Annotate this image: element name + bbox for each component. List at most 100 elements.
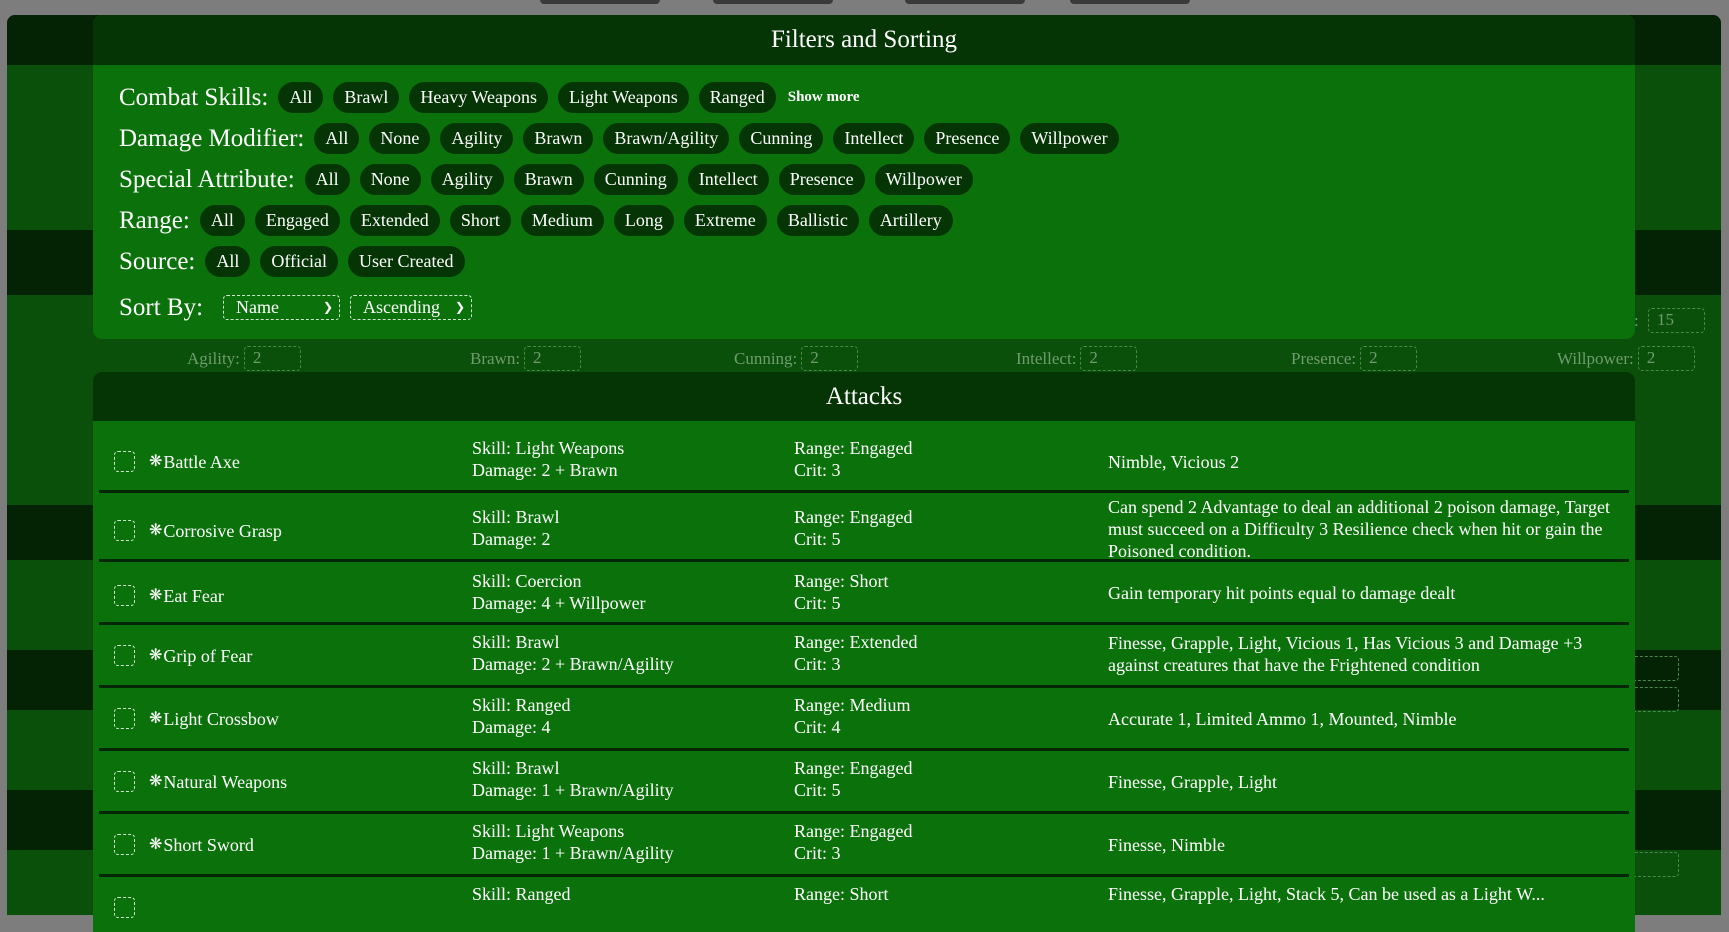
chip-damage-none[interactable]: None [369,123,431,154]
chip-damage-brawn-agility[interactable]: Brawn/Agility [603,123,730,154]
top-nav-tab[interactable] [905,0,1025,4]
stat-willpower: Willpower: 2 [1557,346,1695,371]
chip-source-user-created[interactable]: User Created [348,246,465,277]
chip-special-all[interactable]: All [304,164,350,195]
attack-name[interactable]: ❋ Battle Axe [149,451,240,473]
source-filter: Source: All Official User Created [119,241,1635,282]
attack-row: ❋ Short Sword Skill: Light Weapons Damage:… [99,814,1629,877]
filter-label: Source: [119,247,196,275]
chip-damage-willpower[interactable]: Willpower [1020,123,1119,154]
chip-damage-agility[interactable]: Agility [440,123,514,154]
top-nav-tab[interactable] [540,0,660,4]
chip-damage-intellect[interactable]: Intellect [833,123,915,154]
chip-combat-heavy-weapons[interactable]: Heavy Weapons [409,82,549,113]
attack-name-text: Battle Axe [163,452,240,472]
select-checkbox[interactable] [114,451,135,472]
bg-number-field[interactable]: 15 [1648,308,1705,333]
top-nav-tab[interactable] [713,0,833,4]
attack-name[interactable]: ❋ Natural Weapons [149,771,287,793]
stat-input[interactable]: 2 [243,346,301,371]
select-checkbox[interactable] [114,708,135,729]
select-checkbox[interactable] [114,834,135,855]
filters-title: Filters and Sorting [93,15,1635,65]
chip-range-engaged[interactable]: Engaged [254,205,340,236]
chevron-down-icon: ❯ [322,300,334,314]
damage-text: Damage: 4 + Willpower [472,593,646,613]
chip-special-cunning[interactable]: Cunning [593,164,678,195]
range-text: Range: Engaged [794,507,913,527]
qualities-cell: Gain temporary hit points equal to damag… [1108,583,1456,603]
top-nav-tab[interactable] [1070,0,1190,4]
chip-special-brawn[interactable]: Brawn [513,164,584,195]
skill-cell: Skill: Coercion Damage: 4 + Willpower [472,570,646,614]
select-checkbox[interactable] [114,771,135,792]
chip-combat-ranged[interactable]: Ranged [698,82,776,113]
attack-name-text: Corrosive Grasp [163,521,282,541]
select-checkbox[interactable] [114,897,135,918]
skill-text: Skill: Brawl [472,758,560,778]
stat-input[interactable]: 2 [1637,346,1695,371]
sort-order-select[interactable]: Ascending ❯ [350,295,473,320]
chip-special-willpower[interactable]: Willpower [874,164,973,195]
sort-field-value: Name [236,297,280,317]
stat-input[interactable]: 2 [1080,346,1138,371]
attack-name[interactable]: ❋ Light Crossbow [149,708,279,730]
chip-special-agility[interactable]: Agility [430,164,504,195]
chip-range-all[interactable]: All [199,205,245,236]
chip-source-official[interactable]: Official [260,246,339,277]
qualities-cell: Accurate 1, Limited Ammo 1, Mounted, Nim… [1108,709,1457,729]
chip-range-medium[interactable]: Medium [520,205,604,236]
stat-label: Cunning: [734,348,798,368]
chip-special-presence[interactable]: Presence [778,164,865,195]
chip-range-long[interactable]: Long [613,205,674,236]
attack-name[interactable]: ❋ Eat Fear [149,585,224,607]
skill-text: Skill: Coercion [472,571,582,591]
sort-field-select[interactable]: Name ❯ [223,295,341,320]
sort-label: Sort By: [119,293,204,321]
special-attribute-filter: Special Attribute: All None Agility Braw… [119,159,1635,200]
chip-damage-presence[interactable]: Presence [924,123,1011,154]
qualities-cell: Nimble, Vicious 2 [1108,452,1240,472]
chip-range-ballistic[interactable]: Ballistic [776,205,859,236]
stat-label: Brawn: [470,348,521,368]
stat-input[interactable]: 2 [1360,346,1418,371]
show-more-link[interactable]: Show more [788,89,860,106]
chip-special-intellect[interactable]: Intellect [687,164,769,195]
damage-text: Damage: 1 + Brawn/Agility [472,780,674,800]
range-filter: Range: All Engaged Extended Short Medium… [119,200,1635,241]
chip-damage-all[interactable]: All [314,123,360,154]
select-checkbox[interactable] [114,520,135,541]
chip-range-extreme[interactable]: Extreme [683,205,767,236]
chip-special-none[interactable]: None [359,164,421,195]
chip-damage-cunning[interactable]: Cunning [739,123,824,154]
chip-combat-all[interactable]: All [278,82,324,113]
chip-range-short[interactable]: Short [449,205,511,236]
select-checkbox[interactable] [114,585,135,606]
skill-cell: Skill: Light Weapons Damage: 1 + Brawn/Ag… [472,820,674,864]
attack-name[interactable]: ❋ Corrosive Grasp [149,520,282,542]
range-text: Range: Engaged [794,438,913,458]
select-checkbox[interactable] [114,645,135,666]
skill-cell: Skill: Brawl Damage: 1 + Brawn/Agility [472,757,674,801]
gear-icon: ❋ [149,773,163,790]
stat-input[interactable]: 2 [524,346,582,371]
chip-combat-brawl[interactable]: Brawl [333,82,400,113]
attack-name[interactable]: ❋ Grip of Fear [149,645,252,667]
range-text: Range: Short [794,571,889,591]
stat-input[interactable]: 2 [801,346,859,371]
gear-icon: ❋ [149,836,163,853]
attack-name[interactable]: ❋ Short Sword [149,834,254,856]
skill-cell: Skill: Brawl Damage: 2 [472,506,560,550]
damage-modifier-filter: Damage Modifier: All None Agility Brawn … [119,118,1635,159]
skill-text: Skill: Brawl [472,632,560,652]
chip-range-extended[interactable]: Extended [349,205,440,236]
chip-damage-brawn[interactable]: Brawn [523,123,594,154]
sort-row: Sort By: Name ❯ Ascending ❯ [119,284,1635,331]
chip-combat-light-weapons[interactable]: Light Weapons [558,82,689,113]
chevron-down-icon: ❯ [454,300,466,314]
chip-range-artillery[interactable]: Artillery [868,205,953,236]
skill-cell: Skill: Light Weapons Damage: 2 + Brawn [472,437,624,481]
chip-source-all[interactable]: All [205,246,251,277]
gear-icon: ❋ [149,453,163,470]
attack-name-text: Eat Fear [163,586,224,606]
